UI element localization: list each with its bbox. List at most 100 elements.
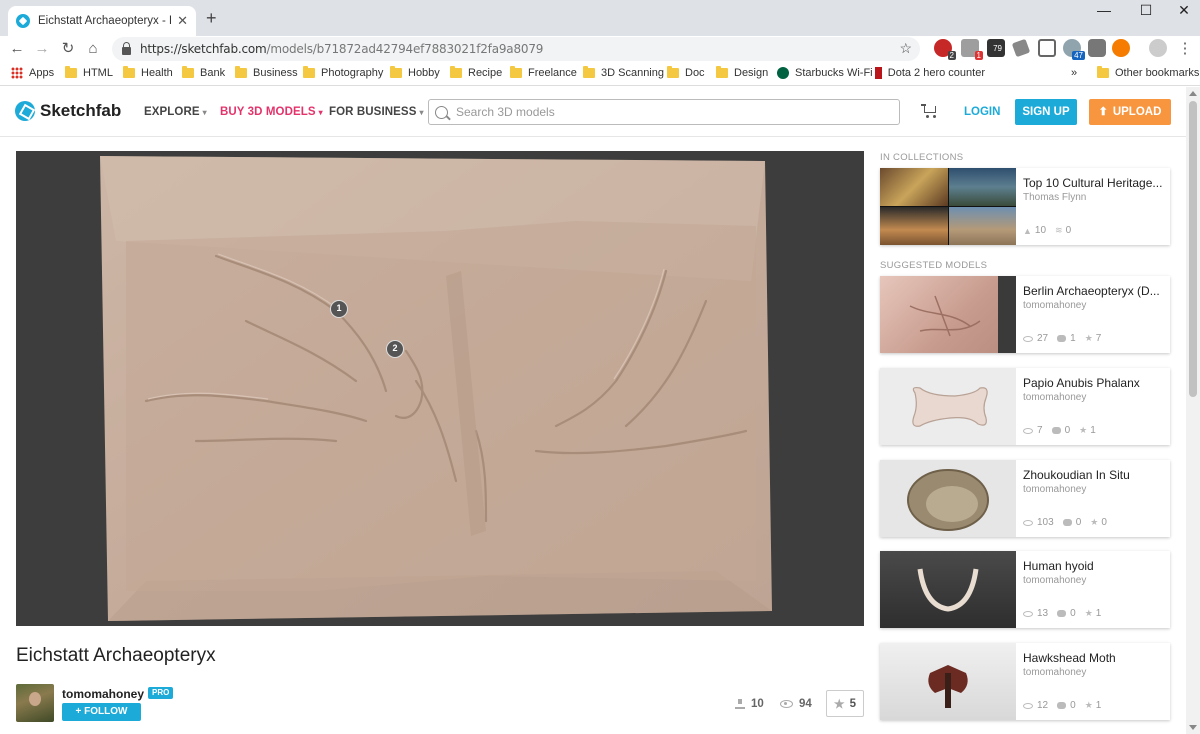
bookmark-recipe[interactable]: Recipe <box>450 66 502 79</box>
bookmark-freelance[interactable]: Freelance <box>510 66 577 79</box>
bookmark-html[interactable]: HTML <box>65 66 113 79</box>
folder-icon <box>1097 66 1109 78</box>
pro-badge: PRO <box>148 687 174 699</box>
tab-title: Eichstatt Archaeopteryx - Download <box>38 15 171 27</box>
cart-icon[interactable] <box>921 104 937 118</box>
extension-icon-6[interactable] <box>1112 39 1130 57</box>
suggested-thumbnail <box>880 276 1016 353</box>
suggested-thumbnail <box>880 551 1016 628</box>
star-icon: ★ <box>1090 517 1099 527</box>
tab-close-icon[interactable]: ✕ <box>177 13 188 29</box>
chrome-menu-icon[interactable]: ⋮ <box>1174 39 1196 59</box>
address-bar[interactable]: https://sketchfab.com/models/b71872ad427… <box>112 37 920 61</box>
star-icon: ★ <box>833 696 845 711</box>
scroll-up-icon[interactable] <box>1189 91 1197 96</box>
folder-icon <box>583 66 595 78</box>
search-input[interactable] <box>456 105 876 119</box>
suggested-stats: 13 0 ★ 1 <box>1023 608 1110 619</box>
extension-icon-3[interactable]: 79 <box>987 39 1005 57</box>
suggested-thumbnail <box>880 460 1016 537</box>
bookmarks-overflow-icon[interactable]: » <box>1071 67 1077 79</box>
eye-icon <box>1023 427 1033 434</box>
home-icon[interactable]: ⌂ <box>82 39 104 59</box>
signup-button[interactable]: SIGN UP <box>1015 99 1077 125</box>
reload-icon[interactable]: ↻ <box>57 39 79 59</box>
folder-icon <box>716 66 728 78</box>
lock-icon <box>122 42 131 55</box>
collection-title: Top 10 Cultural Heritage... <box>1023 176 1163 190</box>
extension-icon-2[interactable]: 1 <box>961 39 983 60</box>
bookmark-health[interactable]: Health <box>123 66 173 79</box>
suggested-card[interactable]: Papio Anubis Phalanx tomomahoney 7 0 ★ 1 <box>880 368 1170 445</box>
extension-icon-4[interactable] <box>1011 38 1031 58</box>
star-icon: ★ <box>1084 333 1093 343</box>
forward-icon[interactable]: → <box>31 39 53 59</box>
page-scrollbar[interactable] <box>1186 87 1200 734</box>
annotation-hotspot-2[interactable]: 2 <box>386 340 404 358</box>
bookmark-dota[interactable]: Dota 2 hero counter <box>875 67 985 79</box>
profile-avatar-icon[interactable] <box>1149 39 1167 57</box>
comment-icon <box>1051 427 1061 434</box>
eye-icon <box>780 700 793 708</box>
folder-icon <box>667 66 679 78</box>
star-icon: ★ <box>1084 700 1093 710</box>
dota-icon <box>875 67 882 79</box>
close-window-icon[interactable]: ✕ <box>1164 2 1200 22</box>
extension-icon-5[interactable]: 47 <box>1063 39 1085 60</box>
bookmark-photography[interactable]: Photography <box>303 66 383 79</box>
sketchfab-logo-icon <box>15 101 35 121</box>
model-viewer[interactable]: 1 2 <box>16 151 864 626</box>
collection-card[interactable]: Top 10 Cultural Heritage... Thomas Flynn… <box>880 168 1170 245</box>
suggested-card[interactable]: Zhoukoudian In Situ tomomahoney 103 0 ★ 0 <box>880 460 1170 537</box>
nav-buy-3d-models[interactable]: BUY 3D MODELS ▾ <box>220 106 323 118</box>
like-button[interactable]: ★ 5 <box>826 690 864 717</box>
bookmark-3d-scanning[interactable]: 3D Scanning <box>583 66 664 79</box>
download-icon <box>735 699 745 709</box>
upload-button[interactable]: ⬆ UPLOAD <box>1089 99 1171 125</box>
folder-icon <box>123 66 135 78</box>
eye-icon <box>1023 335 1033 342</box>
maximize-icon[interactable]: ☐ <box>1126 2 1166 22</box>
annotation-hotspot-1[interactable]: 1 <box>330 300 348 318</box>
suggested-author: tomomahoney <box>1023 484 1087 495</box>
collection-thumbnail <box>880 168 1016 245</box>
suggested-stats: 7 0 ★ 1 <box>1023 425 1105 436</box>
camera-icon[interactable] <box>1088 39 1106 57</box>
suggested-card[interactable]: Berlin Archaeopteryx (D... tomomahoney 2… <box>880 276 1170 353</box>
view-count: 94 <box>780 698 812 710</box>
cast-icon[interactable] <box>1038 39 1056 57</box>
extension-icon-1[interactable]: 2 <box>934 39 956 60</box>
sketchfab-logo[interactable]: Sketchfab <box>15 101 121 121</box>
minimize-icon[interactable]: — <box>1084 2 1124 22</box>
bookmark-bank[interactable]: Bank <box>182 66 225 79</box>
suggested-stats: 103 0 ★ 0 <box>1023 517 1116 528</box>
nav-explore[interactable]: EXPLORE ▾ <box>144 106 207 118</box>
url-text: https://sketchfab.com/models/b71872ad427… <box>140 42 544 56</box>
bookmark-starbucks[interactable]: Starbucks Wi-Fi <box>777 67 873 79</box>
back-icon[interactable]: ← <box>6 39 28 59</box>
folder-icon <box>510 66 522 78</box>
follow-button[interactable]: + FOLLOW <box>62 703 141 721</box>
nav-for-business[interactable]: FOR BUSINESS ▾ <box>329 106 424 118</box>
bookmark-star-icon[interactable]: ☆ <box>899 40 912 57</box>
scrollbar-thumb[interactable] <box>1189 101 1197 397</box>
bookmark-hobby[interactable]: Hobby <box>390 66 440 79</box>
suggested-models-label: SUGGESTED MODELS <box>880 260 988 271</box>
new-tab-icon[interactable]: + <box>206 9 217 27</box>
author-name[interactable]: tomomahoney <box>62 687 144 701</box>
bookmark-apps[interactable]: Apps <box>11 67 54 79</box>
bookmark-business[interactable]: Business <box>235 66 298 79</box>
suggested-card[interactable]: Human hyoid tomomahoney 13 0 ★ 1 <box>880 551 1170 628</box>
collection-stats: ▲ 10 ≋ 0 <box>1023 225 1072 236</box>
bookmark-design[interactable]: Design <box>716 66 768 79</box>
folder-icon <box>65 66 77 78</box>
browser-tab[interactable]: Eichstatt Archaeopteryx - Download ✕ <box>8 6 196 36</box>
scroll-down-icon[interactable] <box>1189 725 1197 730</box>
suggested-card[interactable]: Hawkshead Moth tomomahoney 12 0 ★ 1 <box>880 643 1170 720</box>
eye-icon <box>1023 702 1033 709</box>
author-avatar[interactable] <box>16 684 54 722</box>
login-link[interactable]: LOGIN <box>964 106 1000 118</box>
bookmark-doc[interactable]: Doc <box>667 66 705 79</box>
suggested-thumbnail <box>880 368 1016 445</box>
bookmark-other[interactable]: Other bookmarks <box>1097 66 1199 79</box>
